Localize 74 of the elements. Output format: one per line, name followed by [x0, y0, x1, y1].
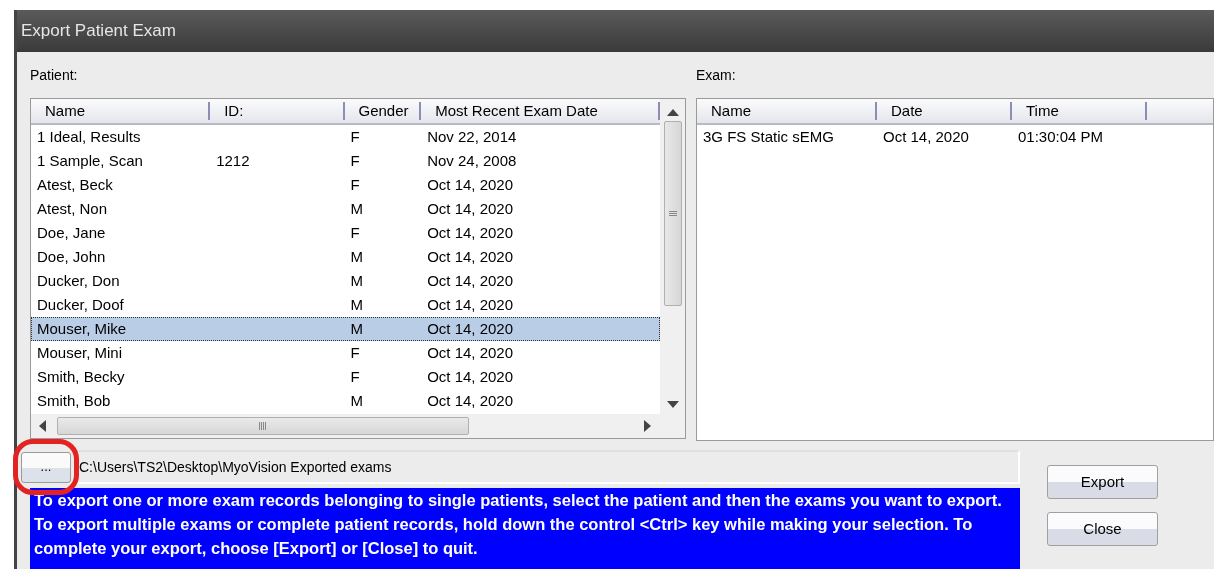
list-row[interactable]: Mouser, Mini F Oct 14, 2020: [31, 341, 660, 365]
cell-text: M: [350, 295, 363, 313]
scroll-thumb[interactable]: [57, 417, 469, 435]
cell-text: Oct 14, 2020: [427, 223, 514, 241]
cell-text: M: [350, 199, 363, 217]
dialog-button[interactable]: Export: [1047, 465, 1158, 499]
scroll-up-icon[interactable]: [665, 107, 680, 117]
list-row[interactable]: Ducker, Don M Oct 14, 2020: [31, 269, 660, 293]
cell-text: 1 Sample, Scan: [37, 151, 143, 169]
exam-list[interactable]: Name Date Time 3G FS Static sEMG Oct 14, 2020 01:30:04 PM: [696, 98, 1214, 441]
cell-text: F: [350, 223, 360, 241]
cell-text: M: [350, 391, 363, 409]
scroll-down-icon[interactable]: [665, 400, 680, 410]
cell-text: 1212: [216, 151, 250, 169]
path-field[interactable]: C:\Users\TS2\Desktop\MyoVision Exported exams: [75, 450, 1020, 484]
cell-text: M: [350, 247, 363, 265]
list-row[interactable]: 1 Sample, Scan 1212 F Nov 24, 2008: [31, 149, 660, 173]
cell-text: Oct 14, 2020: [427, 343, 514, 361]
cell-text: Ducker, Doof: [37, 295, 124, 313]
cell-text: M: [350, 271, 363, 289]
cell-text: F: [350, 175, 360, 193]
cell-text: Mouser, Mini: [37, 343, 123, 361]
cell-text: Atest, Beck: [37, 175, 113, 193]
cell-text: Smith, Bob: [37, 391, 111, 409]
cell-text: Nov 24, 2008: [427, 151, 517, 169]
cell-text: M: [350, 319, 363, 337]
cell-text: Doe, Jane: [37, 223, 106, 241]
dialog-button[interactable]: Close: [1047, 512, 1158, 546]
list-row[interactable]: Doe, Jane F Oct 14, 2020: [31, 221, 660, 245]
cell-text: Oct 14, 2020: [427, 199, 514, 217]
cell-text: Oct 14, 2020: [427, 391, 514, 409]
cell-text: Oct 14, 2020: [427, 271, 514, 289]
column-header[interactable]: ID:: [210, 102, 345, 120]
cell-text: F: [350, 367, 360, 385]
scroll-thumb[interactable]: [663, 121, 682, 306]
scroll-left-icon[interactable]: [37, 419, 47, 433]
patient-label: Patient:: [30, 65, 78, 85]
cell-text: F: [350, 151, 360, 169]
cell-text: Ducker, Don: [37, 271, 120, 289]
list-row[interactable]: Smith, Bob M Oct 14, 2020: [31, 389, 660, 413]
cell-text: 3G FS Static sEMG: [703, 127, 834, 145]
scroll-right-icon[interactable]: [643, 419, 653, 433]
list-row[interactable]: Atest, Beck F Oct 14, 2020: [31, 173, 660, 197]
patient-list[interactable]: [30, 98, 686, 439]
exam-label: Exam:: [696, 65, 736, 85]
column-header[interactable]: Time: [1012, 102, 1147, 120]
cell-text: Oct 14, 2020: [883, 127, 969, 145]
list-row[interactable]: Atest, Non M Oct 14, 2020: [31, 197, 660, 221]
list-row[interactable]: Doe, John M Oct 14, 2020: [31, 245, 660, 269]
cell-text: F: [350, 343, 360, 361]
column-header[interactable]: Gender: [344, 102, 422, 120]
cell-text: Oct 14, 2020: [427, 319, 514, 337]
browse-button[interactable]: ...: [21, 451, 71, 483]
cell-text: Oct 14, 2020: [427, 367, 514, 385]
cell-text: Oct 14, 2020: [427, 175, 514, 193]
list-row[interactable]: 3G FS Static sEMG Oct 14, 2020 01:30:04 PM: [697, 125, 1213, 149]
list-row[interactable]: Smith, Becky F Oct 14, 2020: [31, 365, 660, 389]
column-header[interactable]: Name: [697, 102, 877, 120]
cell-text: Atest, Non: [37, 199, 108, 217]
column-header[interactable]: Date: [877, 102, 1012, 120]
column-header[interactable]: Name: [31, 102, 211, 120]
list-row[interactable]: Ducker, Doof M Oct 14, 2020: [31, 293, 660, 317]
list-row[interactable]: Mouser, Mike M Oct 14, 2020: [31, 317, 660, 341]
cell-text: 01:30:04 PM: [1018, 127, 1104, 145]
cell-text: Doe, John: [37, 247, 106, 265]
cell-text: Smith, Becky: [37, 367, 125, 385]
cell-text: Mouser, Mike: [37, 319, 127, 337]
list-row[interactable]: 1 Ideal, Results F Nov 22, 2014: [31, 125, 660, 149]
cell-text: Nov 22, 2014: [427, 127, 517, 145]
cell-text: Oct 14, 2020: [427, 247, 514, 265]
cell-text: F: [350, 127, 360, 145]
cell-text: Oct 14, 2020: [427, 295, 514, 313]
window-title: Export Patient Exam: [21, 20, 176, 43]
cell-text: 1 Ideal, Results: [37, 127, 141, 145]
